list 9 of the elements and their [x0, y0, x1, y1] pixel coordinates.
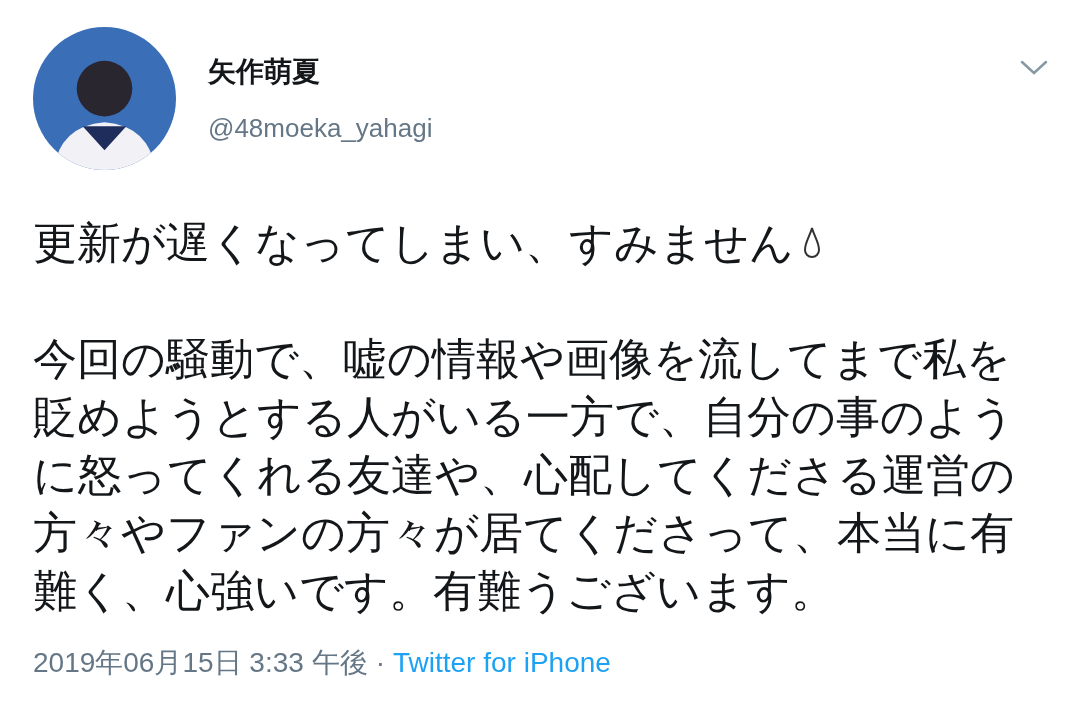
- tweet-text: 更新が遅くなってしまい、すみません: [33, 216, 794, 270]
- author-handle[interactable]: @48moeka_yahagi: [208, 113, 433, 144]
- source-link[interactable]: Twitter for iPhone: [392, 647, 611, 679]
- separator: ·: [375, 647, 385, 679]
- tweet-text: 今回の騒動で、嘘の情報や画像を流してまで私を 貶めようとする人がいる一方で、自分の事のよう に怒ってくれる友達や、心配してくださる運営の 方々やファンの方々が居てくださって、本当に有 難く、心強いです。有難うございます。: [33, 332, 1016, 618]
- timestamp: 2019年06月15日 3:33 午後: [33, 646, 368, 680]
- droplet-icon: [802, 226, 822, 260]
- author-name[interactable]: 矢作萌夏: [208, 53, 433, 91]
- chevron-down-icon[interactable]: [1020, 60, 1048, 76]
